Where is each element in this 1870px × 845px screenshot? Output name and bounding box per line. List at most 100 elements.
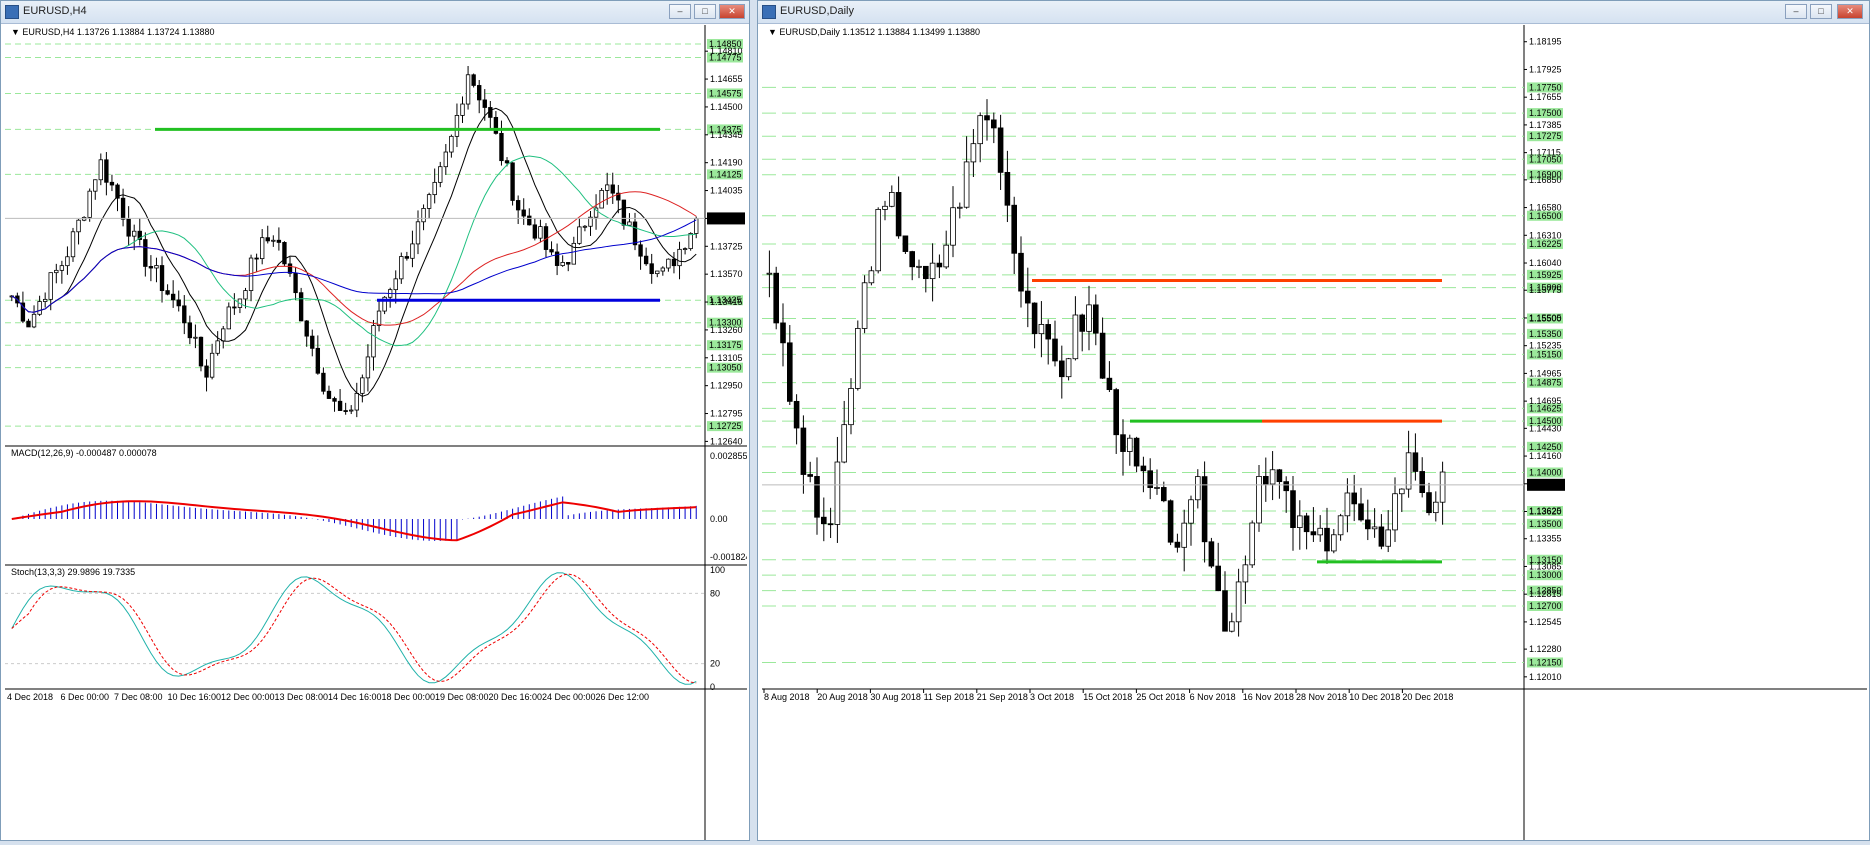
stoch-label: 20 <box>710 659 720 669</box>
candle <box>605 184 610 191</box>
chart-header: ▼ EURUSD,Daily 1.13512 1.13884 1.13499 1… <box>768 27 981 37</box>
macd-label: 0.002855 <box>710 451 747 461</box>
level-label: 1.12725 <box>709 421 742 431</box>
price-label: 1.16850 <box>1529 175 1562 185</box>
candle <box>76 219 81 233</box>
price-label: 1.15235 <box>1529 341 1562 351</box>
candle <box>176 299 181 307</box>
h4-chart-svg[interactable]: 1.148501.147751.145751.143751.141251.134… <box>5 25 751 840</box>
candle <box>997 127 1004 173</box>
candle <box>104 159 109 183</box>
time-label: 30 Aug 2018 <box>870 692 921 702</box>
candle <box>834 461 841 525</box>
candle <box>1024 290 1031 304</box>
candle <box>984 115 990 121</box>
chart-window-icon <box>762 5 776 19</box>
price-label: 1.13570 <box>710 269 743 279</box>
candle <box>1045 324 1051 340</box>
price-label: 1.13725 <box>710 241 743 251</box>
candle <box>532 224 538 239</box>
candle <box>271 239 276 242</box>
candle <box>126 218 131 237</box>
price-label: 1.12950 <box>710 381 743 391</box>
title-bar[interactable]: EURUSD,Daily – □ ✕ <box>758 1 1869 24</box>
level-label: 1.15150 <box>1529 349 1562 359</box>
price-label: 1.16310 <box>1529 230 1562 240</box>
candle <box>421 208 426 223</box>
candle <box>215 340 220 354</box>
minimize-button[interactable]: – <box>669 4 691 19</box>
macd-label: 0.00 <box>710 514 728 524</box>
price-label: 1.16580 <box>1529 203 1562 213</box>
current-price-label: 1.13880 <box>1529 480 1562 490</box>
candle <box>1120 434 1126 452</box>
chart-window-daily[interactable]: EURUSD,Daily – □ ✕ 1.17750 1.17500 1.17275… <box>757 0 1870 841</box>
candle <box>902 235 909 252</box>
candle <box>1276 469 1283 483</box>
daily-chart-svg[interactable]: 1.177501.175001.172751.170501.169001.165… <box>762 25 1867 840</box>
close-button[interactable]: ✕ <box>719 4 745 19</box>
candle <box>293 272 298 294</box>
candle <box>577 226 582 244</box>
candle <box>1133 437 1140 467</box>
chart-background <box>762 25 1867 840</box>
time-label: 3 Oct 2018 <box>1030 692 1074 702</box>
candle <box>304 320 309 337</box>
candle <box>990 119 997 129</box>
candle <box>198 336 204 367</box>
level-label: 1.13500 <box>1529 519 1562 529</box>
candle <box>399 256 404 280</box>
time-label: 10 Dec 16:00 <box>168 692 222 702</box>
candle <box>182 305 187 324</box>
chart-window-h4[interactable]: EURUSD,H4 – □ ✕ 1.14850 1.14775 1.14575 1.1… <box>0 0 751 841</box>
time-label: 24 Dec 00:00 <box>542 692 596 702</box>
price-label: 1.12545 <box>1529 617 1562 627</box>
candle <box>956 206 963 209</box>
candle <box>1324 527 1330 552</box>
price-label: 1.12010 <box>1529 672 1562 682</box>
candle <box>376 310 382 326</box>
candle <box>1283 481 1289 492</box>
close-button[interactable]: ✕ <box>1837 4 1863 19</box>
maximize-button[interactable]: □ <box>694 4 716 19</box>
candle <box>59 265 65 271</box>
candle <box>1337 515 1344 536</box>
level-label: 1.12700 <box>1529 601 1562 611</box>
chart-canvas[interactable]: 1.17750 1.17500 1.17275 1.17050 1.16900 1.165… <box>762 25 1867 840</box>
candle <box>426 194 432 209</box>
candle <box>1310 531 1317 536</box>
candle <box>1201 476 1208 543</box>
candle <box>1378 526 1385 547</box>
candle <box>538 226 543 239</box>
time-label: 28 Nov 2018 <box>1296 692 1347 702</box>
candle <box>337 400 343 411</box>
candle <box>1228 621 1235 632</box>
level-label: 1.15350 <box>1529 329 1562 339</box>
candle <box>688 233 693 250</box>
stoch-label: 100 <box>710 565 725 575</box>
candle <box>922 265 929 280</box>
candle <box>1426 492 1432 514</box>
candle <box>31 313 37 328</box>
candle <box>221 328 226 342</box>
candle <box>443 151 448 168</box>
chart-canvas[interactable]: 1.14850 1.14775 1.14575 1.14375 1.14125 1.134… <box>5 25 751 840</box>
time-label: 19 Dec 08:00 <box>435 692 489 702</box>
candle <box>471 74 476 86</box>
level-label: 1.17275 <box>1529 131 1562 141</box>
candle <box>209 352 215 378</box>
time-label: 20 Dec 16:00 <box>489 692 543 702</box>
candle <box>109 181 115 186</box>
candle <box>1079 314 1085 332</box>
title-bar[interactable]: EURUSD,H4 – □ ✕ <box>1 1 749 24</box>
candle <box>321 372 326 392</box>
candle <box>349 409 354 412</box>
candle <box>1215 565 1221 592</box>
maximize-button[interactable]: □ <box>1810 4 1832 19</box>
minimize-button[interactable]: – <box>1785 4 1807 19</box>
candle <box>627 221 632 226</box>
candle <box>265 237 270 242</box>
candle <box>1399 488 1405 495</box>
level-label: 1.17500 <box>1529 108 1562 118</box>
candle <box>521 209 526 217</box>
